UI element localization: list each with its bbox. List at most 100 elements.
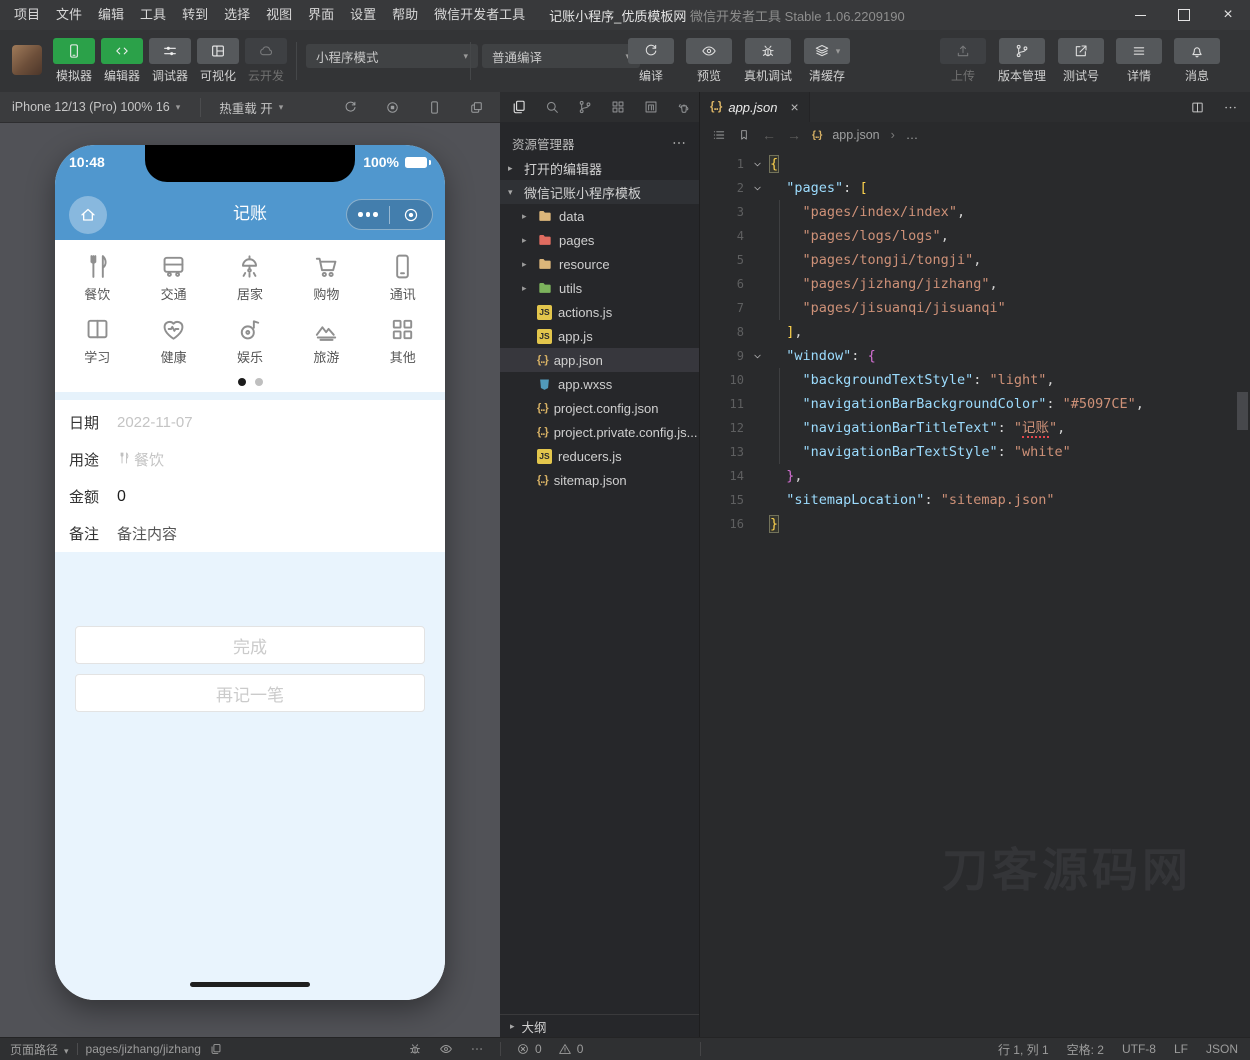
category-entertainment[interactable]: 娱乐 bbox=[212, 315, 288, 366]
hot-reload-toggle[interactable]: 热重载 开 ▾ bbox=[200, 97, 283, 117]
windows-icon[interactable] bbox=[469, 100, 484, 115]
status-item-1[interactable]: 空格: 2 bbox=[1067, 1041, 1104, 1058]
category-cart[interactable]: 购物 bbox=[288, 252, 364, 303]
menu-item-8[interactable]: 设置 bbox=[342, 0, 384, 30]
status-item-4[interactable]: JSON bbox=[1206, 1042, 1238, 1056]
more-button[interactable] bbox=[347, 212, 389, 217]
compile-mode-select[interactable]: 普通编译▾ bbox=[482, 44, 640, 68]
page-path-label[interactable]: 页面路径 ▾ bbox=[10, 1041, 69, 1058]
open-editors-section[interactable]: ▸ 打开的编辑器 bbox=[500, 156, 699, 180]
breadcrumb-file[interactable]: app.json bbox=[832, 128, 879, 142]
code-line-7[interactable]: 7 "pages/jisuanqi/jisuanqi" bbox=[700, 296, 1250, 320]
menu-item-7[interactable]: 界面 bbox=[300, 0, 342, 30]
record-icon[interactable] bbox=[385, 100, 400, 115]
fold-chevron-icon[interactable] bbox=[744, 152, 770, 176]
page-path-value[interactable]: pages/jizhang/jizhang bbox=[86, 1042, 201, 1056]
eye-icon[interactable] bbox=[439, 1042, 453, 1056]
menu-item-10[interactable]: 微信开发者工具 bbox=[426, 0, 533, 30]
tree-item[interactable]: ▸ pages bbox=[500, 228, 699, 252]
user-avatar[interactable] bbox=[12, 45, 42, 75]
status-item-0[interactable]: 行 1, 列 1 bbox=[998, 1041, 1049, 1058]
mode-select[interactable]: 小程序模式 ▾ bbox=[306, 44, 478, 68]
category-health[interactable]: 健康 bbox=[135, 315, 211, 366]
package-icon[interactable] bbox=[643, 99, 659, 115]
split-editor-icon[interactable] bbox=[1190, 100, 1205, 115]
more-actions-icon[interactable] bbox=[470, 1042, 484, 1056]
category-travel[interactable]: 旅游 bbox=[288, 315, 364, 366]
fold-chevron-icon[interactable] bbox=[744, 176, 770, 200]
bookmark-icon[interactable] bbox=[737, 128, 751, 142]
phone-outline-icon[interactable] bbox=[427, 100, 442, 115]
code-line-8[interactable]: 8 ], bbox=[700, 320, 1250, 344]
code-line-10[interactable]: 10 "backgroundTextStyle": "light", bbox=[700, 368, 1250, 392]
toggle-simulator-phone[interactable]: 模拟器 bbox=[50, 38, 98, 84]
close-tab-icon[interactable]: × bbox=[791, 99, 799, 115]
code-line-5[interactable]: 5 "pages/tongji/tongji", bbox=[700, 248, 1250, 272]
outline-section[interactable]: ▸ 大纲 bbox=[500, 1014, 699, 1037]
blocks-icon[interactable] bbox=[610, 99, 626, 115]
menu-item-6[interactable]: 视图 bbox=[258, 0, 300, 30]
toggle-sliders[interactable]: 调试器 bbox=[146, 38, 194, 84]
code-line-4[interactable]: 4 "pages/logs/logs", bbox=[700, 224, 1250, 248]
menu-item-3[interactable]: 工具 bbox=[132, 0, 174, 30]
code-line-15[interactable]: 15 "sitemapLocation": "sitemap.json" bbox=[700, 488, 1250, 512]
code-editor[interactable]: 1{2 "pages": [3 "pages/index/index", 4 "p… bbox=[700, 148, 1250, 536]
category-grid[interactable]: 其他 bbox=[365, 315, 441, 366]
toggle-cloud[interactable]: 云开发 bbox=[242, 38, 290, 84]
project-root-section[interactable]: ▾ 微信记账小程序模板 bbox=[500, 180, 699, 204]
menu-item-4[interactable]: 转到 bbox=[174, 0, 216, 30]
tree-item[interactable]: {..} app.json bbox=[500, 348, 699, 372]
git-branch-icon[interactable] bbox=[577, 99, 593, 115]
action-upload[interactable]: 上传 bbox=[939, 38, 986, 84]
fold-chevron-icon[interactable] bbox=[744, 344, 770, 368]
action-eye[interactable]: 预览 bbox=[686, 38, 732, 84]
code-line-6[interactable]: 6 "pages/jizhang/jizhang", bbox=[700, 272, 1250, 296]
code-line-9[interactable]: 9 "window": { bbox=[700, 344, 1250, 368]
category-book[interactable]: 学习 bbox=[59, 315, 135, 366]
form-row[interactable]: 备注 备注内容 bbox=[69, 515, 445, 552]
copy-icon[interactable] bbox=[209, 1042, 223, 1056]
maximize-button[interactable] bbox=[1162, 0, 1206, 30]
problems-counts[interactable]: 0 0 bbox=[516, 1038, 583, 1060]
close-button[interactable]: × bbox=[1206, 0, 1250, 30]
action-menu-lines[interactable]: 详情 bbox=[1116, 38, 1162, 84]
code-line-14[interactable]: 14 }, bbox=[700, 464, 1250, 488]
tree-item[interactable]: ▸ utils bbox=[500, 276, 699, 300]
menu-item-1[interactable]: 文件 bbox=[48, 0, 90, 30]
code-line-2[interactable]: 2 "pages": [ bbox=[700, 176, 1250, 200]
tree-item[interactable]: app.wxss bbox=[500, 372, 699, 396]
tree-item[interactable]: ▸ resource bbox=[500, 252, 699, 276]
action-refresh[interactable]: 编译 bbox=[628, 38, 674, 84]
menu-item-9[interactable]: 帮助 bbox=[384, 0, 426, 30]
status-item-3[interactable]: LF bbox=[1174, 1042, 1188, 1056]
scrollbar-thumb[interactable] bbox=[1237, 392, 1248, 430]
status-item-2[interactable]: UTF-8 bbox=[1122, 1042, 1156, 1056]
more-actions-icon[interactable] bbox=[671, 135, 687, 151]
device-select[interactable]: iPhone 12/13 (Pro) 100% 16 ▾ bbox=[0, 100, 180, 114]
page-dot-active[interactable] bbox=[237, 378, 246, 386]
refresh-icon[interactable] bbox=[343, 100, 358, 115]
action-git-branch[interactable]: 版本管理 bbox=[998, 38, 1046, 84]
code-line-16[interactable]: 16} bbox=[700, 512, 1250, 536]
form-row[interactable]: 金额 0 bbox=[69, 478, 445, 515]
code-line-1[interactable]: 1{ bbox=[700, 152, 1250, 176]
category-bus[interactable]: 交通 bbox=[135, 252, 211, 303]
category-utensils[interactable]: 餐饮 bbox=[59, 252, 135, 303]
action-bell[interactable]: 消息 bbox=[1174, 38, 1220, 84]
form-row[interactable]: 用途 餐饮 bbox=[69, 441, 445, 478]
breadcrumb-more[interactable]: … bbox=[906, 128, 919, 142]
exit-button[interactable] bbox=[390, 206, 432, 224]
action-layers[interactable]: ▾ 清缓存 bbox=[804, 38, 851, 84]
form-row[interactable]: 日期 2022-11-07 bbox=[69, 404, 445, 441]
code-line-11[interactable]: 11 "navigationBarBackgroundColor": "#509… bbox=[700, 392, 1250, 416]
phone-button-0[interactable]: 完成 bbox=[75, 626, 425, 664]
toggle-code[interactable]: 编辑器 bbox=[98, 38, 146, 84]
minimize-button[interactable] bbox=[1118, 0, 1162, 30]
page-dot[interactable] bbox=[254, 378, 263, 386]
menu-item-0[interactable]: 项目 bbox=[6, 0, 48, 30]
code-line-13[interactable]: 13 "navigationBarTextStyle": "white" bbox=[700, 440, 1250, 464]
back-icon[interactable]: ← bbox=[762, 127, 776, 143]
phone-button-1[interactable]: 再记一笔 bbox=[75, 674, 425, 712]
menu-item-2[interactable]: 编辑 bbox=[90, 0, 132, 30]
home-button[interactable] bbox=[69, 196, 107, 234]
